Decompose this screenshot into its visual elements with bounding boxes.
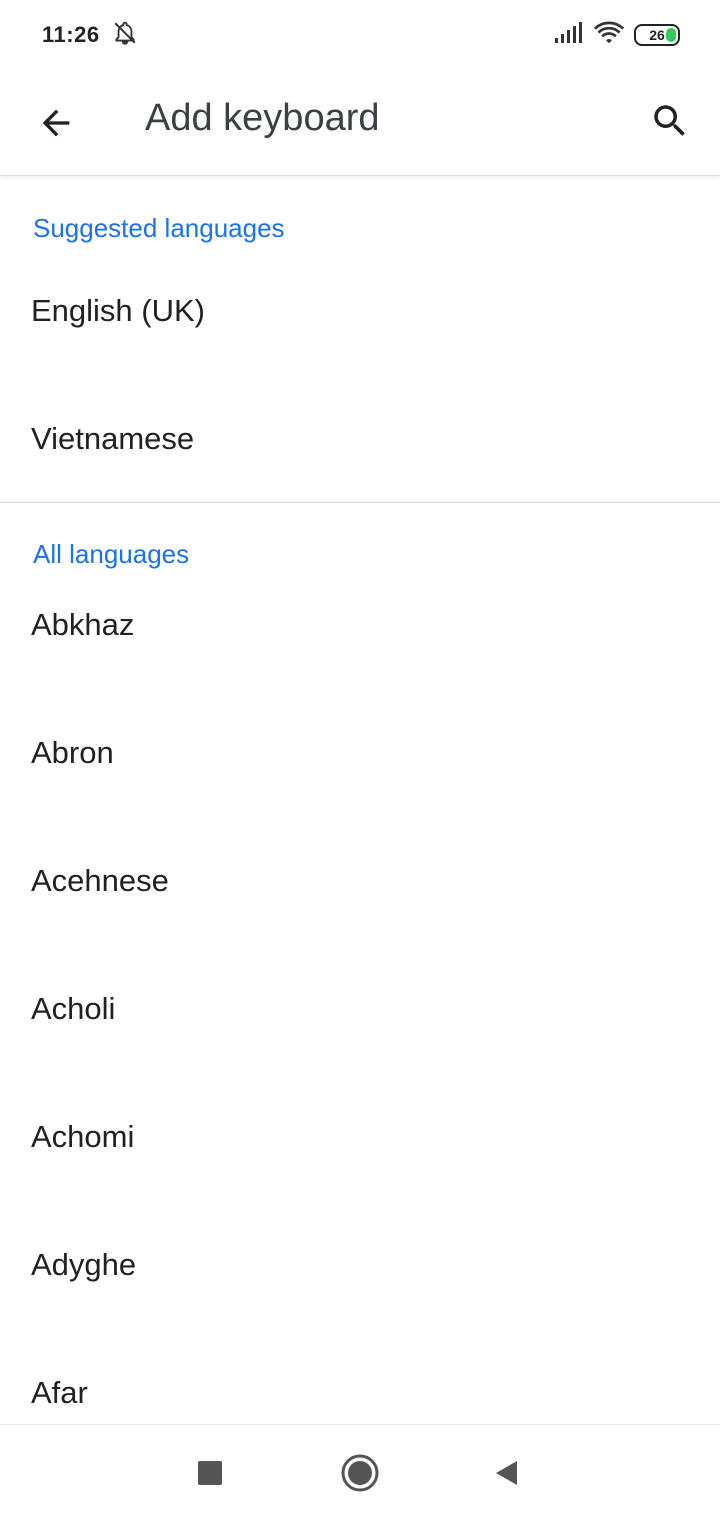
list-item-abron[interactable]: Abron [0, 721, 720, 849]
search-button[interactable] [644, 95, 696, 147]
navigation-bar [0, 1424, 720, 1520]
recents-square-icon [198, 1461, 222, 1485]
list-item-acholi[interactable]: Acholi [0, 977, 720, 1105]
status-right: 26 [554, 21, 680, 50]
home-circle-icon [341, 1454, 379, 1492]
back-button[interactable] [30, 97, 82, 149]
arrow-back-icon [42, 109, 70, 137]
language-list: Suggested languages English (UK) Vietnam… [0, 177, 720, 1424]
list-item-afar[interactable]: Afar [0, 1361, 720, 1424]
search-icon [654, 105, 685, 136]
nav-back-button[interactable] [482, 1449, 530, 1497]
home-button[interactable] [336, 1449, 384, 1497]
wifi-icon [593, 21, 625, 50]
screen: 11:26 26 Add keyboard Suggested language… [0, 0, 720, 1520]
back-triangle-icon [496, 1461, 517, 1485]
list-item-english-uk[interactable]: English (UK) [0, 279, 720, 407]
suggested-section: Suggested languages English (UK) Vietnam… [0, 177, 720, 502]
battery-level: 26 [649, 27, 665, 43]
status-bar: 11:26 26 [0, 0, 720, 70]
bell-off-icon [112, 20, 138, 51]
battery-fill [666, 28, 676, 42]
signal-icon [554, 21, 584, 49]
list-item-acehnese[interactable]: Acehnese [0, 849, 720, 977]
all-languages-section: All languages Abkhaz Abron Acehnese Acho… [0, 503, 720, 1424]
recents-button[interactable] [186, 1449, 234, 1497]
app-bar: Add keyboard [0, 70, 720, 176]
status-time: 11:26 [42, 22, 100, 47]
page-title: Add keyboard [145, 97, 380, 139]
list-item-abkhaz[interactable]: Abkhaz [0, 593, 720, 721]
suggested-header: Suggested languages [33, 213, 285, 243]
all-languages-header: All languages [33, 539, 190, 569]
list-item-achomi[interactable]: Achomi [0, 1105, 720, 1233]
list-item-vietnamese[interactable]: Vietnamese [0, 407, 720, 502]
list-item-adyghe[interactable]: Adyghe [0, 1233, 720, 1361]
status-left: 11:26 [42, 20, 138, 51]
battery-icon: 26 [634, 24, 680, 46]
